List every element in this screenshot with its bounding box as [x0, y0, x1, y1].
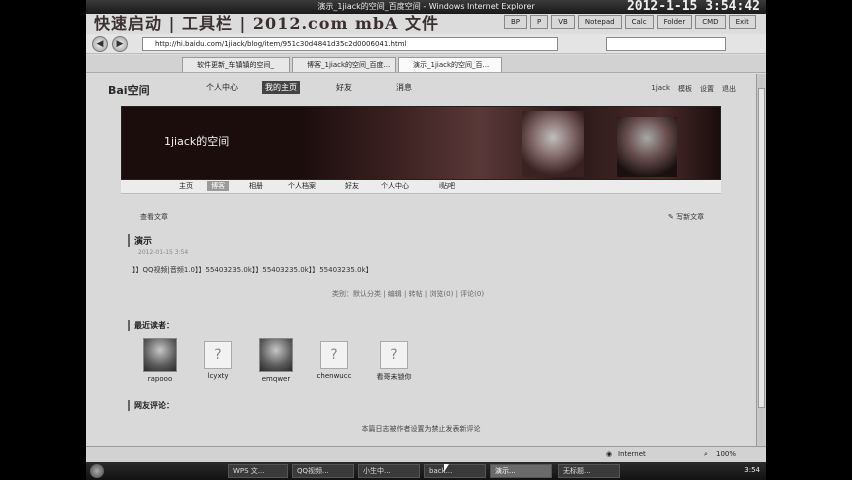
taskbar-item[interactable]: 无标题...: [558, 464, 620, 478]
post-date: 2012-01-15 3:54: [138, 249, 189, 256]
reader-item[interactable]: ? lcyxty: [194, 338, 242, 380]
page-content: Bai空间 个人中心 我的主页 好友 消息 1jack 模板 设置 退出 1ji…: [86, 74, 756, 446]
zoom-icon: ⌕: [704, 450, 708, 458]
baidu-space-logo[interactable]: Bai空间: [108, 82, 150, 98]
scroll-thumb[interactable]: [758, 88, 765, 408]
reader-item[interactable]: ? 看哥未锁你: [370, 338, 418, 382]
quick-tool-vb[interactable]: VB: [551, 15, 575, 29]
avatar[interactable]: [259, 338, 293, 372]
address-bar-row: ◀ ▶ http://hi.baidu.com/1jiack/blog/item…: [86, 34, 766, 54]
post-body[interactable]: 】】QQ视频|音频1.0】】55403235.0k】】55403235.0k】】…: [132, 265, 373, 275]
reader-name[interactable]: lcyxty: [194, 372, 242, 380]
browser-tab-2[interactable]: 博客_1jiack的空间_百度...: [292, 57, 396, 72]
quick-tool-folder[interactable]: Folder: [656, 15, 693, 29]
comments-disabled-note: 本篇日志被作者设置为禁止发表新评论: [361, 425, 481, 433]
write-article-label: 写新文章: [676, 213, 705, 221]
reader-item[interactable]: rapooo: [136, 338, 184, 383]
taskbar-item[interactable]: 演示...: [490, 464, 552, 478]
space-banner: 1jiack的空间: [121, 106, 721, 180]
zone-label: Internet: [618, 450, 646, 458]
logout-link[interactable]: 退出: [722, 84, 736, 94]
site-nav-personal-center[interactable]: 个人中心: [206, 82, 238, 93]
overlay-clock: 2012-1-15 3:54:42: [626, 0, 760, 14]
banner-photo: [617, 117, 677, 177]
reader-name[interactable]: emqwer: [252, 375, 300, 383]
mouse-cursor-icon: [444, 464, 449, 472]
space-title[interactable]: 1jiack的空间: [164, 133, 229, 149]
quick-tool-notepad[interactable]: Notepad: [577, 15, 622, 29]
watermark-text: 快速启动 | 工具栏 | 2012.com mbA 文件: [94, 14, 440, 33]
start-button[interactable]: [90, 464, 104, 478]
edit-icon: ✎: [668, 213, 674, 221]
right-black-border: [766, 0, 852, 480]
quick-tool-p[interactable]: P: [530, 15, 549, 29]
avatar[interactable]: [143, 338, 177, 372]
post-footer[interactable]: 类别：默认分类 | 编辑 | 转帖 | 浏览(0) | 评论(0): [332, 289, 484, 299]
view-article-label: 查看文章: [140, 213, 168, 221]
site-nav-messages[interactable]: 消息: [396, 82, 412, 93]
browser-window: 演示_1jiack的空间_百度空间 - Windows Internet Exp…: [86, 0, 766, 462]
subnav-blog[interactable]: 博客: [207, 181, 229, 191]
address-input[interactable]: http://hi.baidu.com/1jiack/blog/item/951…: [142, 37, 558, 51]
site-nav-my-home[interactable]: 我的主页: [262, 81, 300, 94]
write-article-link[interactable]: ✎ 写新文章: [668, 212, 704, 222]
forward-arrow-icon[interactable]: ▶: [112, 36, 128, 52]
status-bar: ◉ Internet ⌕ 100%: [86, 446, 766, 462]
post-title: 演示: [128, 234, 152, 247]
space-subnav: 主页 博客 相册 个人档案 好友 个人中心 i贴吧: [121, 180, 721, 194]
default-avatar-icon[interactable]: ?: [204, 341, 232, 369]
left-black-border: [0, 0, 86, 480]
vertical-scrollbar[interactable]: [756, 74, 766, 446]
quick-tool-calc[interactable]: Calc: [624, 15, 654, 29]
reader-item[interactable]: ? chenwucc: [310, 338, 358, 380]
taskbar-item[interactable]: WPS 文...: [228, 464, 288, 478]
quick-tool-bp[interactable]: BP: [504, 15, 528, 29]
reader-item[interactable]: emqwer: [252, 338, 300, 383]
subnav-friends[interactable]: 好友: [345, 181, 359, 191]
zoom-level[interactable]: 100%: [716, 450, 736, 458]
banner-photo: [522, 111, 584, 177]
site-nav-friends[interactable]: 好友: [336, 82, 352, 93]
settings-link[interactable]: 设置: [700, 84, 714, 94]
reader-name[interactable]: rapooo: [136, 375, 184, 383]
back-arrow-icon[interactable]: ◀: [92, 36, 108, 52]
default-avatar-icon[interactable]: ?: [320, 341, 348, 369]
quick-tool-cmd[interactable]: CMD: [695, 15, 726, 29]
subnav-tieba[interactable]: i贴吧: [439, 181, 455, 191]
default-avatar-icon[interactable]: ?: [380, 341, 408, 369]
tray-clock: 3:54: [744, 466, 760, 474]
tab-row: 软件更新_车镇镇的空间_ 博客_1jiack的空间_百度... 演示_1jiac…: [86, 55, 766, 122]
site-nav: Bai空间 个人中心 我的主页 好友 消息 1jack 模板 设置 退出: [86, 74, 756, 102]
taskbar: WPS 文... QQ视频... 小生中... back... 演示... 无标…: [86, 462, 766, 480]
search-input[interactable]: [606, 37, 726, 51]
subnav-album[interactable]: 相册: [249, 181, 263, 191]
user-name[interactable]: 1jack: [651, 84, 670, 94]
subnav-personal-center[interactable]: 个人中心: [381, 181, 409, 191]
globe-icon: ◉: [606, 450, 613, 458]
taskbar-item[interactable]: 小生中...: [358, 464, 420, 478]
taskbar-item[interactable]: back...: [424, 464, 486, 478]
reader-name[interactable]: chenwucc: [310, 372, 358, 380]
quick-tools: BP P VB Notepad Calc Folder CMD Exit: [504, 15, 756, 29]
quick-tool-exit[interactable]: Exit: [728, 15, 756, 29]
comments-heading: 网友评论：: [128, 400, 174, 411]
template-link[interactable]: 模板: [678, 84, 692, 94]
browser-tab-1[interactable]: 软件更新_车镇镇的空间_: [182, 57, 290, 72]
subnav-profile[interactable]: 个人档案: [288, 181, 316, 191]
subnav-home[interactable]: 主页: [179, 181, 193, 191]
taskbar-item[interactable]: QQ视频...: [292, 464, 354, 478]
user-bar: 1jack 模板 设置 退出: [651, 84, 736, 94]
recent-readers-heading: 最近读者：: [128, 320, 174, 331]
reader-name[interactable]: 看哥未锁你: [370, 372, 418, 382]
browser-tab-3[interactable]: 演示_1jiack的空间_百...: [398, 57, 502, 72]
